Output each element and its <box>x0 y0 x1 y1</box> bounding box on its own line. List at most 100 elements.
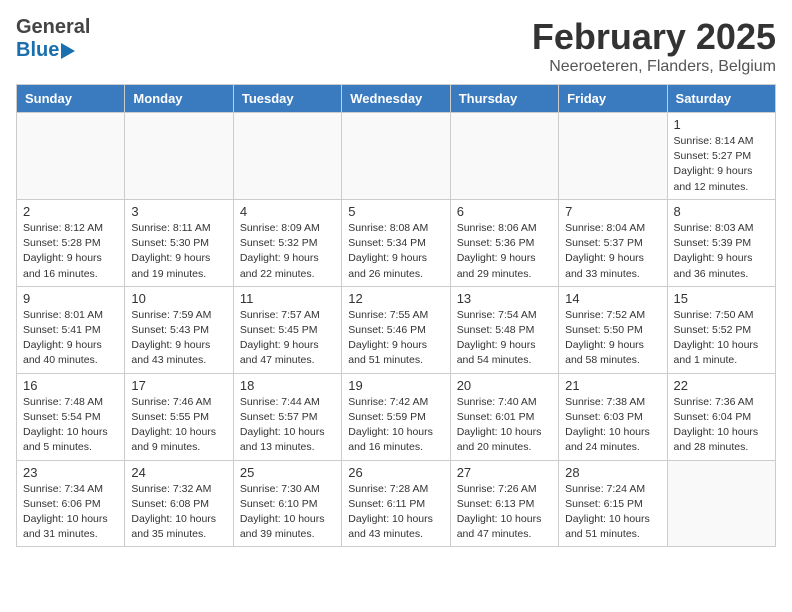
calendar-cell: 27 Sunrise: 7:26 AM Sunset: 6:13 PM Dayli… <box>450 460 558 547</box>
calendar-table: SundayMondayTuesdayWednesdayThursdayFrid… <box>16 84 776 547</box>
day-info: Sunrise: 7:50 AM Sunset: 5:52 PM Dayligh… <box>674 308 769 369</box>
logo-triangle-icon <box>61 43 75 59</box>
calendar-cell: 4Sunrise: 8:09 AM Sunset: 5:32 PM Daylig… <box>233 199 341 286</box>
calendar-cell: 24Sunrise: 7:32 AM Sunset: 6:08 PM Dayli… <box>125 460 233 547</box>
weekday-header-thursday: Thursday <box>450 85 558 113</box>
calendar-cell: 13 Sunrise: 7:54 AM Sunset: 5:48 PM Dayli… <box>450 286 558 373</box>
day-number: 12 <box>348 291 443 306</box>
calendar-cell <box>450 113 558 200</box>
day-info: Sunrise: 7:38 AM Sunset: 6:03 PM Dayligh… <box>565 395 660 456</box>
calendar-cell: 16Sunrise: 7:48 AM Sunset: 5:54 PM Dayli… <box>17 373 125 460</box>
calendar-cell: 20 Sunrise: 7:40 AM Sunset: 6:01 PM Dayli… <box>450 373 558 460</box>
weekday-header-saturday: Saturday <box>667 85 775 113</box>
title-block: February 2025 Neeroeteren, Flanders, Bel… <box>532 16 776 76</box>
calendar-week-2: 2 Sunrise: 8:12 AM Sunset: 5:28 PM Daylig… <box>17 199 776 286</box>
calendar-cell: 23 Sunrise: 7:34 AM Sunset: 6:06 PM Dayli… <box>17 460 125 547</box>
weekday-header-sunday: Sunday <box>17 85 125 113</box>
day-info: Sunrise: 7:52 AM Sunset: 5:50 PM Dayligh… <box>565 308 660 369</box>
day-number: 14 <box>565 291 660 306</box>
day-number: 17 <box>131 378 226 393</box>
calendar-cell: 3 Sunrise: 8:11 AM Sunset: 5:30 PM Daylig… <box>125 199 233 286</box>
calendar-cell: 6Sunrise: 8:06 AM Sunset: 5:36 PM Daylig… <box>450 199 558 286</box>
calendar-cell: 28 Sunrise: 7:24 AM Sunset: 6:15 PM Dayli… <box>559 460 667 547</box>
day-info: Sunrise: 7:36 AM Sunset: 6:04 PM Dayligh… <box>674 395 769 456</box>
day-number: 11 <box>240 291 335 306</box>
day-number: 5 <box>348 204 443 219</box>
day-number: 2 <box>23 204 118 219</box>
day-number: 26 <box>348 465 443 480</box>
calendar-cell: 7 Sunrise: 8:04 AM Sunset: 5:37 PM Daylig… <box>559 199 667 286</box>
calendar-cell: 22 Sunrise: 7:36 AM Sunset: 6:04 PM Dayli… <box>667 373 775 460</box>
calendar-header-row: SundayMondayTuesdayWednesdayThursdayFrid… <box>17 85 776 113</box>
day-number: 22 <box>674 378 769 393</box>
day-info: Sunrise: 7:40 AM Sunset: 6:01 PM Dayligh… <box>457 395 552 456</box>
day-info: Sunrise: 7:59 AM Sunset: 5:43 PM Dayligh… <box>131 308 226 369</box>
calendar-cell: 10 Sunrise: 7:59 AM Sunset: 5:43 PM Dayli… <box>125 286 233 373</box>
calendar-cell: 21 Sunrise: 7:38 AM Sunset: 6:03 PM Dayli… <box>559 373 667 460</box>
day-number: 18 <box>240 378 335 393</box>
day-number: 8 <box>674 204 769 219</box>
logo-general-text: General <box>16 16 90 39</box>
month-title: February 2025 <box>532 16 776 58</box>
day-number: 1 <box>674 117 769 132</box>
location-title: Neeroeteren, Flanders, Belgium <box>532 58 776 76</box>
day-info: Sunrise: 7:44 AM Sunset: 5:57 PM Dayligh… <box>240 395 335 456</box>
day-info: Sunrise: 7:28 AM Sunset: 6:11 PM Dayligh… <box>348 482 443 543</box>
day-info: Sunrise: 7:54 AM Sunset: 5:48 PM Dayligh… <box>457 308 552 369</box>
calendar-cell: 26 Sunrise: 7:28 AM Sunset: 6:11 PM Dayli… <box>342 460 450 547</box>
day-number: 9 <box>23 291 118 306</box>
day-info: Sunrise: 7:32 AM Sunset: 6:08 PM Dayligh… <box>131 482 226 543</box>
calendar-week-1: 1 Sunrise: 8:14 AM Sunset: 5:27 PM Daylig… <box>17 113 776 200</box>
day-number: 10 <box>131 291 226 306</box>
day-number: 21 <box>565 378 660 393</box>
day-info: Sunrise: 8:03 AM Sunset: 5:39 PM Dayligh… <box>674 221 769 282</box>
calendar-cell: 14 Sunrise: 7:52 AM Sunset: 5:50 PM Dayli… <box>559 286 667 373</box>
calendar-week-5: 23 Sunrise: 7:34 AM Sunset: 6:06 PM Dayli… <box>17 460 776 547</box>
day-info: Sunrise: 7:42 AM Sunset: 5:59 PM Dayligh… <box>348 395 443 456</box>
day-number: 3 <box>131 204 226 219</box>
day-info: Sunrise: 8:01 AM Sunset: 5:41 PM Dayligh… <box>23 308 118 369</box>
day-info: Sunrise: 8:12 AM Sunset: 5:28 PM Dayligh… <box>23 221 118 282</box>
day-info: Sunrise: 7:57 AM Sunset: 5:45 PM Dayligh… <box>240 308 335 369</box>
calendar-cell: 5 Sunrise: 8:08 AM Sunset: 5:34 PM Daylig… <box>342 199 450 286</box>
day-info: Sunrise: 8:08 AM Sunset: 5:34 PM Dayligh… <box>348 221 443 282</box>
calendar-cell <box>233 113 341 200</box>
day-number: 19 <box>348 378 443 393</box>
day-number: 7 <box>565 204 660 219</box>
calendar-cell: 15 Sunrise: 7:50 AM Sunset: 5:52 PM Dayli… <box>667 286 775 373</box>
day-info: Sunrise: 7:46 AM Sunset: 5:55 PM Dayligh… <box>131 395 226 456</box>
day-info: Sunrise: 8:11 AM Sunset: 5:30 PM Dayligh… <box>131 221 226 282</box>
page-header: General Blue February 2025 Neeroeteren, … <box>16 16 776 76</box>
day-info: Sunrise: 7:30 AM Sunset: 6:10 PM Dayligh… <box>240 482 335 543</box>
logo: General Blue <box>16 16 90 62</box>
calendar-cell <box>559 113 667 200</box>
calendar-cell <box>342 113 450 200</box>
calendar-week-3: 9 Sunrise: 8:01 AM Sunset: 5:41 PM Daylig… <box>17 286 776 373</box>
calendar-cell: 2 Sunrise: 8:12 AM Sunset: 5:28 PM Daylig… <box>17 199 125 286</box>
calendar-cell: 9 Sunrise: 8:01 AM Sunset: 5:41 PM Daylig… <box>17 286 125 373</box>
day-info: Sunrise: 7:24 AM Sunset: 6:15 PM Dayligh… <box>565 482 660 543</box>
day-number: 15 <box>674 291 769 306</box>
day-info: Sunrise: 7:55 AM Sunset: 5:46 PM Dayligh… <box>348 308 443 369</box>
day-number: 16 <box>23 378 118 393</box>
day-number: 13 <box>457 291 552 306</box>
day-info: Sunrise: 7:34 AM Sunset: 6:06 PM Dayligh… <box>23 482 118 543</box>
weekday-header-monday: Monday <box>125 85 233 113</box>
day-number: 28 <box>565 465 660 480</box>
day-info: Sunrise: 8:09 AM Sunset: 5:32 PM Dayligh… <box>240 221 335 282</box>
logo-blue-text: Blue <box>16 39 59 62</box>
day-info: Sunrise: 8:04 AM Sunset: 5:37 PM Dayligh… <box>565 221 660 282</box>
day-number: 20 <box>457 378 552 393</box>
day-number: 23 <box>23 465 118 480</box>
calendar-cell: 19 Sunrise: 7:42 AM Sunset: 5:59 PM Dayli… <box>342 373 450 460</box>
day-info: Sunrise: 7:26 AM Sunset: 6:13 PM Dayligh… <box>457 482 552 543</box>
calendar-cell: 8 Sunrise: 8:03 AM Sunset: 5:39 PM Daylig… <box>667 199 775 286</box>
weekday-header-wednesday: Wednesday <box>342 85 450 113</box>
calendar-week-4: 16Sunrise: 7:48 AM Sunset: 5:54 PM Dayli… <box>17 373 776 460</box>
calendar-cell <box>17 113 125 200</box>
calendar-cell: 25 Sunrise: 7:30 AM Sunset: 6:10 PM Dayli… <box>233 460 341 547</box>
day-number: 27 <box>457 465 552 480</box>
day-info: Sunrise: 8:14 AM Sunset: 5:27 PM Dayligh… <box>674 134 769 195</box>
day-number: 25 <box>240 465 335 480</box>
calendar-cell: 1 Sunrise: 8:14 AM Sunset: 5:27 PM Daylig… <box>667 113 775 200</box>
